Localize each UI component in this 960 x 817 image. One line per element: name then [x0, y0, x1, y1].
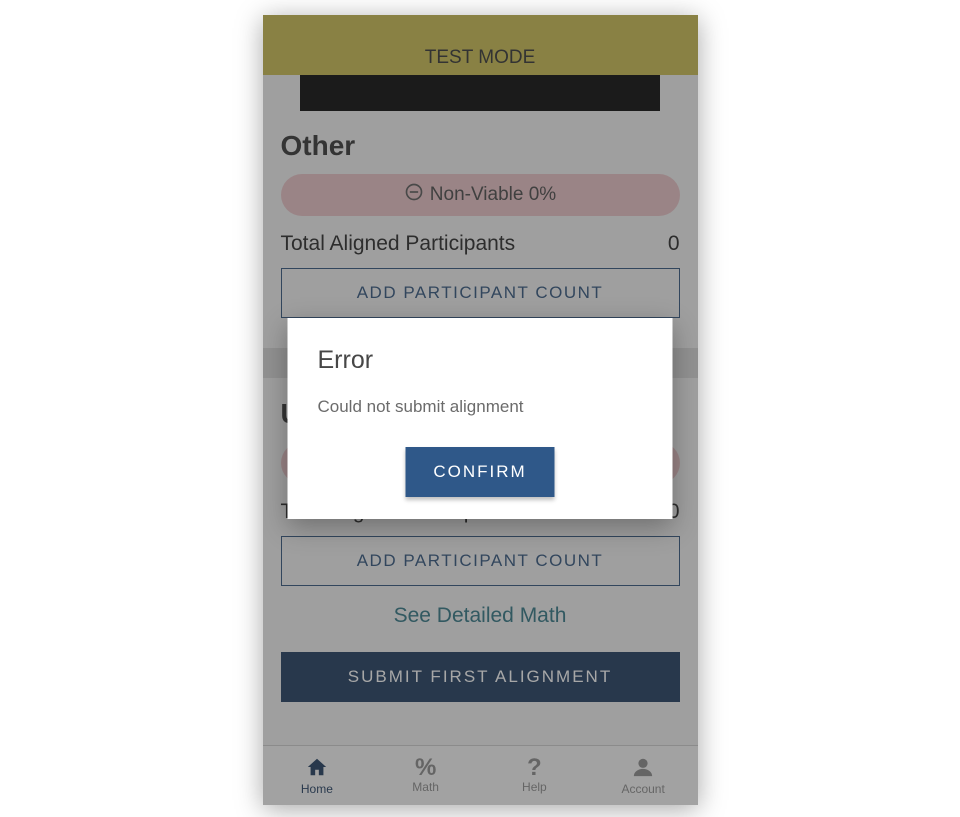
dialog-message: Could not submit alignment: [318, 397, 643, 417]
confirm-button[interactable]: CONFIRM: [405, 447, 554, 497]
device-frame: Other Non-Viable 0% Total Aligned Partic…: [263, 15, 698, 805]
error-dialog: Error Could not submit alignment CONFIRM: [288, 318, 673, 519]
dialog-title: Error: [318, 346, 643, 375]
